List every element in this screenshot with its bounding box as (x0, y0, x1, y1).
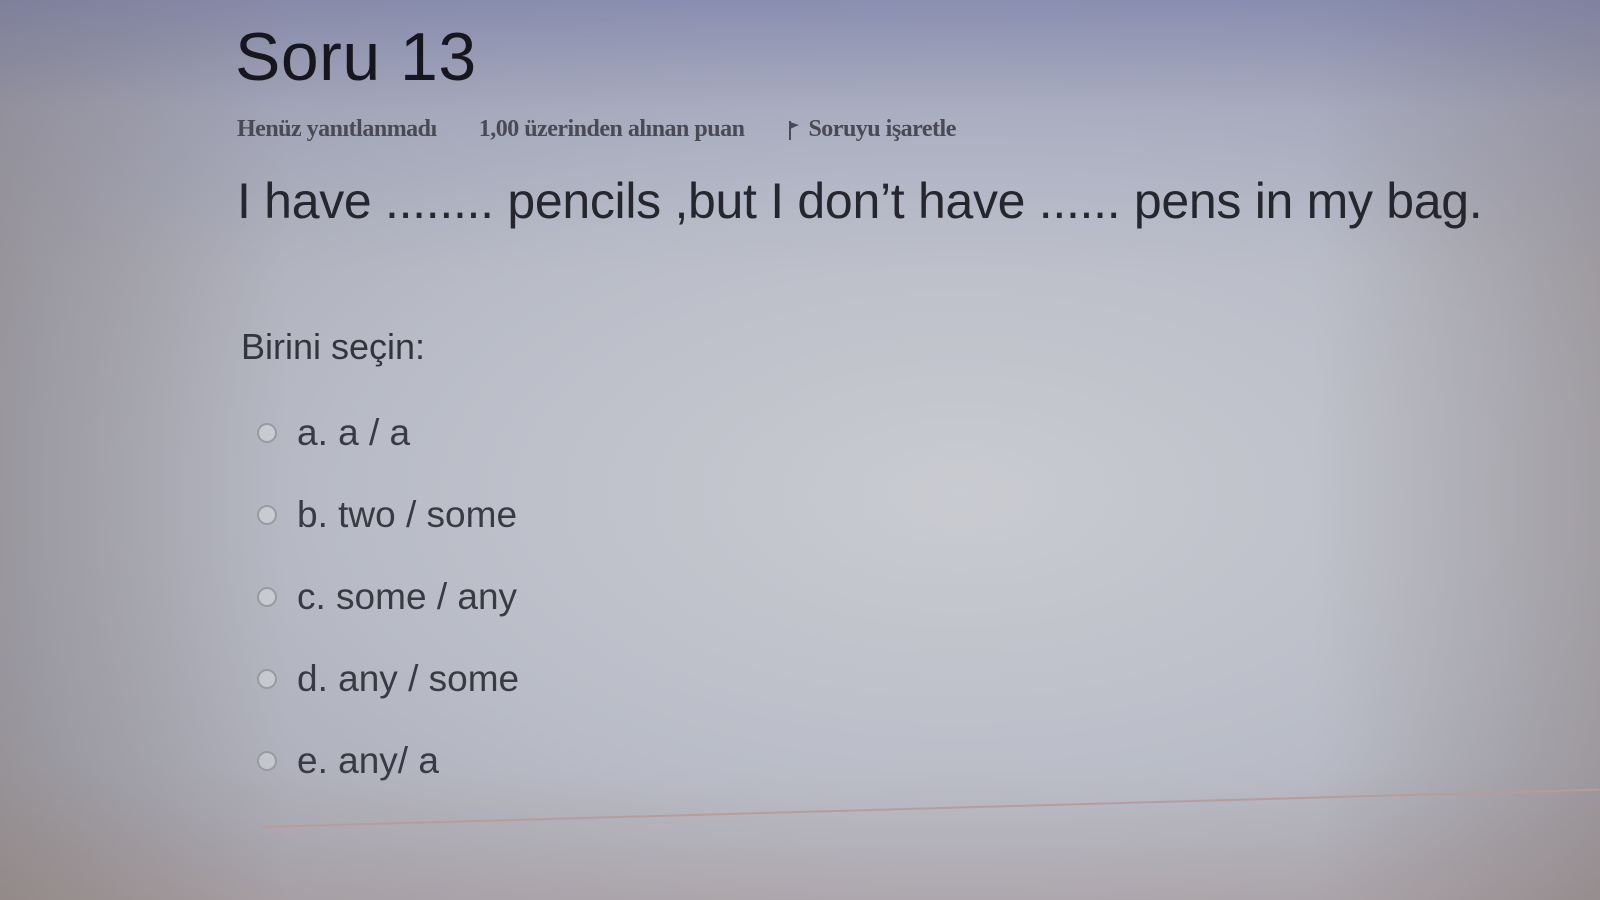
answer-prompt: Birini seçin: (241, 326, 426, 367)
option-label: a. a / a (297, 412, 411, 453)
question-text: I have ........ pencils ,but I don’t hav… (237, 173, 1483, 229)
option-label: c. some / any (297, 576, 518, 617)
question-info-bar: Henüz yanıtlanmadı 1,00 üzerinden alınan… (237, 116, 956, 143)
answer-option-b[interactable]: b. two / some (257, 474, 519, 556)
radio-button[interactable] (257, 505, 277, 525)
option-label: b. two / some (297, 494, 518, 535)
radio-button[interactable] (257, 423, 277, 443)
option-label: d. any / some (297, 658, 520, 699)
answer-options: a. a / a b. two / some c. some / any d. … (257, 392, 519, 802)
option-label: e. any/ a (297, 740, 439, 781)
answer-option-c[interactable]: c. some / any (257, 556, 519, 638)
radio-button[interactable] (257, 587, 277, 607)
question-title: Soru 13 (235, 19, 477, 95)
question-panel: Soru 13 Henüz yanıtlanmadı 1,00 üzerinde… (235, 14, 1535, 874)
answer-option-a[interactable]: a. a / a (257, 392, 519, 474)
flag-question-button[interactable]: Soruyu işaretle (786, 116, 956, 143)
flag-icon (786, 119, 800, 141)
flag-question-label: Soruyu işaretle (808, 116, 956, 142)
radio-button[interactable] (257, 751, 277, 771)
question-points: 1,00 üzerinden alınan puan (478, 116, 745, 142)
answer-status: Henüz yanıtlanmadı (237, 116, 437, 142)
radio-button[interactable] (257, 669, 277, 689)
answer-option-e[interactable]: e. any/ a (257, 720, 519, 802)
answer-option-d[interactable]: d. any / some (257, 638, 519, 720)
